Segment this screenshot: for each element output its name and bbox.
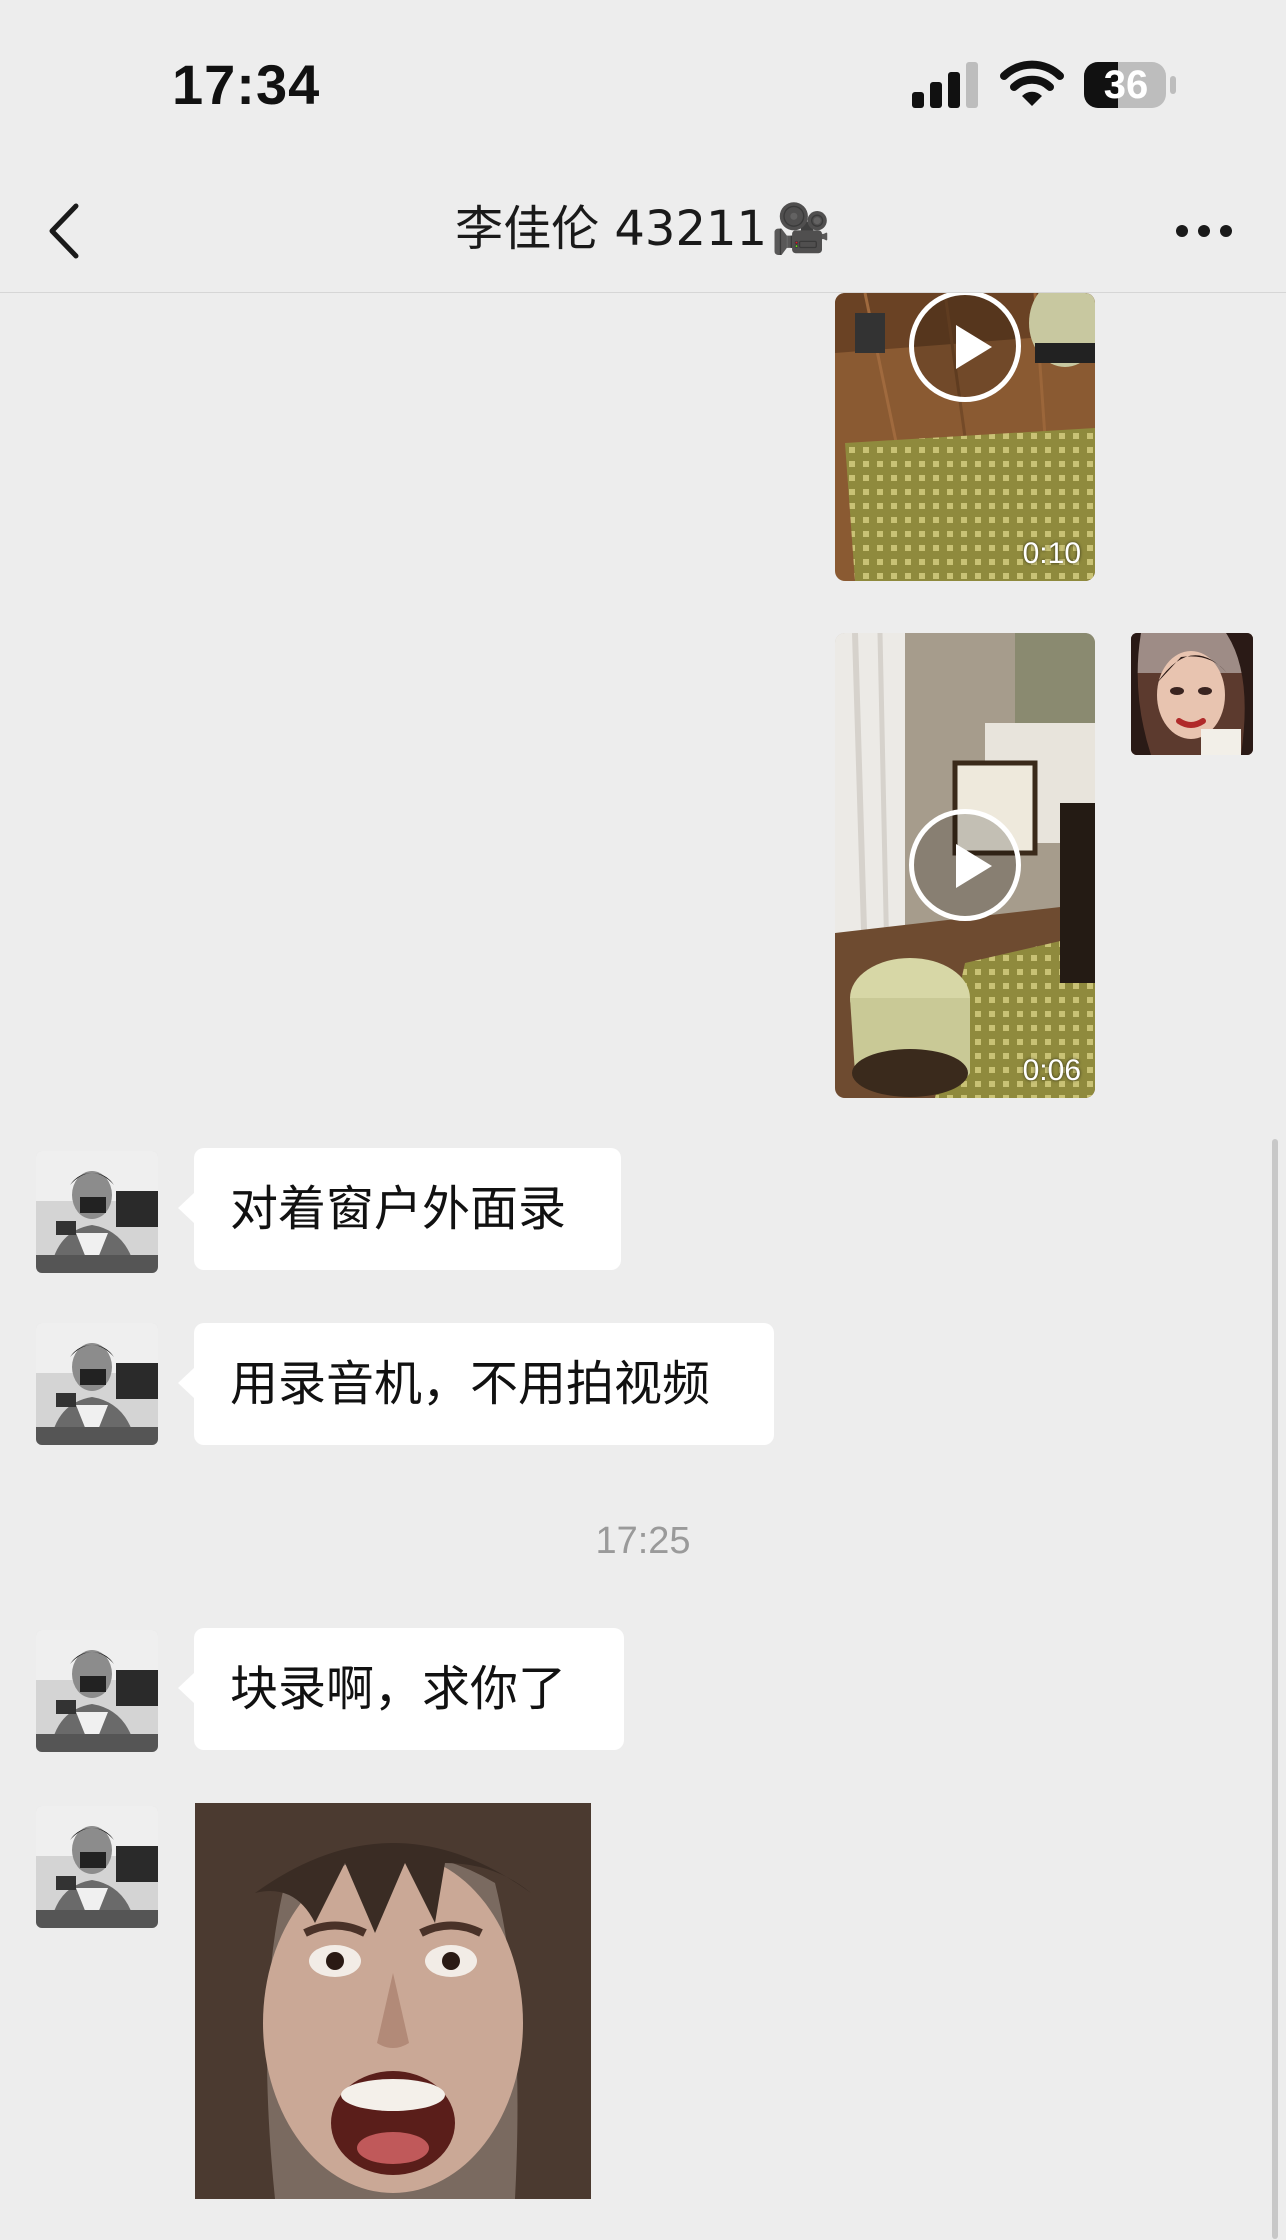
play-icon[interactable]: [909, 809, 1021, 921]
more-horizontal-icon[interactable]: [1174, 214, 1234, 248]
status-time: 17:34: [172, 53, 321, 116]
battery-level: 36: [1103, 63, 1149, 107]
signal-icon: [912, 62, 978, 108]
contact-avatar[interactable]: [36, 1323, 158, 1445]
chat-title-text: 李佳伦 43211: [455, 201, 768, 257]
play-icon[interactable]: [909, 293, 1021, 402]
video-message[interactable]: 0:10: [835, 293, 1095, 581]
contact-avatar[interactable]: [36, 1630, 158, 1752]
contact-avatar[interactable]: [36, 1806, 158, 1928]
video-message[interactable]: 0:06: [835, 633, 1095, 1098]
screaming-face-sticker: [195, 1803, 591, 2199]
movie-camera-icon: 🎥: [771, 201, 831, 257]
scrollbar[interactable]: [1272, 1139, 1278, 2239]
message-bubble[interactable]: 对着窗户外面录: [178, 1148, 621, 1270]
contact-avatar[interactable]: [36, 1151, 158, 1273]
wifi-icon: [1000, 60, 1064, 106]
message-bubble[interactable]: 块录啊，求你了: [178, 1628, 624, 1750]
status-bar: 17:34 36: [0, 0, 1286, 170]
my-avatar[interactable]: [1131, 633, 1253, 755]
video-duration: 0:10: [1022, 537, 1081, 570]
sticker-message[interactable]: [195, 1803, 591, 2199]
chat-area[interactable]: 0:10 0:06 对着窗户外面录 用录音机，不用拍视频 17:25 块录啊，求…: [0, 293, 1286, 2240]
nav-bar: 李佳伦 43211🎥: [0, 170, 1286, 293]
message-timestamp: 17:25: [595, 1520, 691, 1562]
message-bubble[interactable]: 用录音机，不用拍视频: [178, 1323, 774, 1445]
video-duration: 0:06: [1022, 1054, 1081, 1087]
chat-title[interactable]: 李佳伦 43211🎥: [0, 196, 1286, 262]
